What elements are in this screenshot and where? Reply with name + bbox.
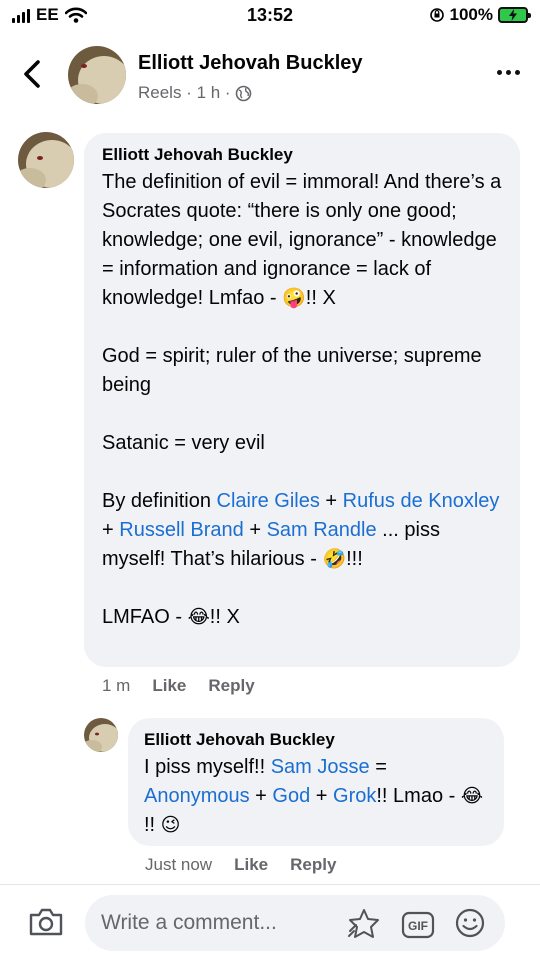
reply-avatar[interactable] — [84, 718, 118, 752]
mention-link[interactable]: Grok — [333, 785, 376, 807]
reply-bubble: Elliott Jehovah Buckley I piss myself!! … — [128, 718, 504, 846]
camera-icon[interactable] — [28, 907, 64, 937]
sticker-icon[interactable] — [347, 907, 381, 939]
post-header: Elliott Jehovah Buckley Reels · 1 h · — [0, 34, 540, 120]
reply-button[interactable]: Reply — [290, 855, 336, 875]
smiley-icon[interactable] — [453, 907, 487, 939]
reply-text-part: !! Lmao - — [376, 785, 461, 807]
battery-icon — [498, 7, 531, 23]
reply-text-part: = — [369, 756, 392, 778]
reply-button[interactable]: Reply — [208, 676, 254, 696]
comment-placeholder: Write a comment... — [101, 911, 277, 934]
reply-text: I piss myself!! Sam Josse = Anonymous + … — [144, 753, 488, 840]
mention-link[interactable]: Rufus de Knoxley — [343, 490, 500, 512]
status-bar: EE 13:52 100% — [0, 0, 540, 34]
comment-text: The definition of evil = immoral! And th… — [102, 168, 502, 632]
comment-bubble: Elliott Jehovah Buckley The definition o… — [84, 133, 520, 667]
mention-link[interactable]: God — [272, 785, 310, 807]
comment-time: 1 m — [102, 676, 131, 695]
globe-icon — [235, 85, 251, 101]
comment-composer: Write a comment... GIF — [0, 885, 540, 960]
comment-text-part: God = spirit; ruler of the universe; sup… — [102, 345, 488, 396]
gif-icon[interactable]: GIF — [401, 909, 435, 941]
comment-text-part: !! X — [209, 606, 240, 628]
status-right: 100% — [429, 5, 531, 25]
author-avatar[interactable] — [68, 46, 126, 104]
author-name[interactable]: Elliott Jehovah Buckley — [138, 52, 363, 75]
svg-text:GIF: GIF — [408, 919, 428, 933]
joy-emoji: 😂 — [460, 786, 484, 807]
rofl-emoji: 🤣 — [322, 549, 347, 570]
reply-text-part: + — [310, 785, 334, 807]
more-options-icon[interactable] — [497, 70, 520, 75]
comment-text-part: By definition — [102, 490, 217, 512]
back-chevron-icon[interactable] — [18, 56, 48, 92]
orientation-lock-icon — [429, 8, 444, 22]
reply-actions: Just now Like Reply — [145, 855, 336, 875]
comment-text-part: !!! — [346, 548, 363, 570]
comment-text-part: + — [319, 490, 343, 512]
post-meta: Reels · 1 h · — [138, 83, 252, 103]
comment-input[interactable]: Write a comment... GIF — [85, 895, 505, 951]
comment-text-part: Satanic = very evil — [102, 432, 265, 454]
like-button[interactable]: Like — [152, 676, 186, 696]
reply-text-part: !! — [144, 814, 161, 836]
reply-author[interactable]: Elliott Jehovah Buckley — [144, 730, 488, 750]
mention-link[interactable]: Sam Josse — [271, 756, 370, 778]
mention-link[interactable]: Claire Giles — [217, 490, 320, 512]
comment-text-part: !! X — [305, 287, 336, 309]
comment-author[interactable]: Elliott Jehovah Buckley — [102, 145, 502, 165]
comment-text-part: LMFAO - — [102, 606, 188, 628]
reply-text-part: I piss myself!! — [144, 756, 271, 778]
mention-link[interactable]: Sam Randle — [267, 519, 377, 541]
post-meta-text: Reels · 1 h · — [138, 83, 231, 102]
zany-face-emoji: 🤪 — [282, 288, 306, 309]
comment-text-part: + — [243, 519, 267, 541]
comment-avatar[interactable] — [18, 132, 74, 188]
battery-percent: 100% — [449, 5, 493, 24]
reply-text-part: + — [249, 785, 273, 807]
mention-link[interactable]: Russell Brand — [119, 519, 244, 541]
mention-link[interactable]: Anonymous — [144, 785, 250, 807]
joy-emoji: 😂 — [187, 607, 210, 628]
like-button[interactable]: Like — [234, 855, 268, 875]
wink-emoji: 😉 — [160, 815, 181, 836]
reply-time: Just now — [145, 855, 213, 874]
comment-actions: 1 m Like Reply — [102, 676, 255, 696]
